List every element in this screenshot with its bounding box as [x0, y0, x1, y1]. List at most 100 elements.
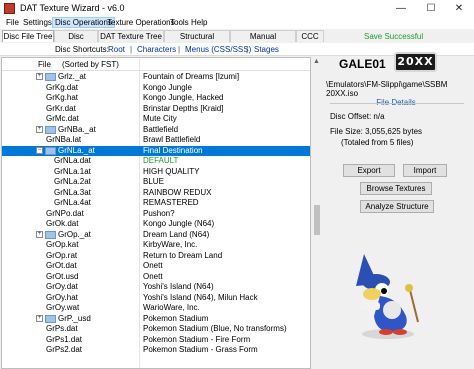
tree-file-row[interactable]: GrOp.rat Return to Dream Land: [2, 251, 310, 261]
tree-row-filename: GrNLa.3at: [54, 187, 91, 197]
tree-file-row[interactable]: GrOk.dat Kongo Jungle (N64): [2, 219, 310, 229]
tree-file-row[interactable]: GrOt.dat Onett: [2, 261, 310, 271]
expand-icon[interactable]: +: [36, 125, 43, 133]
tree-row-filename: Grlz._at: [58, 72, 87, 81]
tree-file-row[interactable]: GrMc.dat Mute City: [2, 114, 310, 124]
tree-file-row[interactable]: GrNLa.1at HIGH QUALITY: [2, 167, 310, 177]
scroll-thumb[interactable]: [314, 205, 320, 235]
tree-row-description: WarioWare, Inc.: [143, 303, 200, 312]
menu-help[interactable]: Help: [189, 18, 209, 27]
browse-textures-button[interactable]: Browse Textures: [360, 182, 432, 195]
tree-row-description: Yoshi's Island (N64), Milun Hack: [143, 292, 258, 302]
tree-folder-row[interactable]: + GrOp._at Dream Land (N64): [2, 230, 310, 240]
tree-row-description: Mute City: [143, 114, 177, 123]
tree-row-filename: GrNBa._at: [58, 124, 96, 134]
tree-header: File (Sorted by FST): [2, 58, 310, 71]
tree-row-description: Brawl Battlefield: [143, 135, 201, 144]
tree-row-filename: GrOy.hat: [46, 292, 78, 302]
tree-file-row[interactable]: GrNLa.2at BLUE: [2, 177, 310, 187]
tree-row-description: Pokemon Stadium - Fire Form: [143, 334, 251, 344]
mascot-image: [356, 254, 419, 339]
tree-scrollbar[interactable]: ▲: [312, 57, 322, 369]
tree-file-row[interactable]: GrKg.dat Kongo Jungle: [2, 83, 310, 93]
shortcut-stages[interactable]: Stages: [254, 45, 279, 54]
tab-disc-details[interactable]: Disc Details: [54, 30, 98, 53]
maximize-button[interactable]: ☐: [416, 0, 446, 17]
folder-icon: [45, 230, 56, 239]
menu-settings[interactable]: Settings: [21, 18, 54, 27]
menu-file[interactable]: File: [4, 18, 21, 27]
import-button[interactable]: Import: [403, 164, 447, 177]
tab-manual-placement[interactable]: Manual Placement: [230, 30, 296, 53]
tree-file-row[interactable]: GrNBa.lat Brawl Battlefield: [2, 135, 310, 145]
column-file[interactable]: File: [38, 60, 51, 69]
tree-row-description: HIGH QUALITY: [143, 166, 200, 176]
collapse-icon[interactable]: −: [36, 146, 43, 154]
expand-icon[interactable]: +: [36, 73, 43, 80]
tree-row-filename: GrOy.wat: [46, 303, 80, 312]
tree-row-filename: GrNLa.dat: [54, 156, 91, 165]
tree-file-row[interactable]: GrKg.hat Kongo Jungle, Hacked: [2, 93, 310, 103]
tree-file-row[interactable]: GrNLa.3at RAINBOW REDUX: [2, 188, 310, 198]
tab-disc-file-tree[interactable]: Disc File Tree: [2, 30, 54, 42]
tab-ccc[interactable]: CCC: [296, 30, 324, 42]
menu-texture-operations[interactable]: Texture Operations: [105, 18, 177, 27]
tree-file-row[interactable]: GrNLa.4at REMASTERED: [2, 198, 310, 208]
tree-row-description: KirbyWare, Inc.: [143, 240, 198, 249]
shortcut-root[interactable]: Root: [108, 45, 125, 54]
column-sorted-by[interactable]: (Sorted by FST): [62, 60, 119, 69]
tree-file-row[interactable]: GrKr.dat Brinstar Depths [Kraid]: [2, 104, 310, 114]
tree-row-description: DEFAULT: [143, 156, 179, 165]
tree-row-description: Pokemon Stadium - Grass Form: [143, 345, 258, 354]
minimize-button[interactable]: —: [386, 0, 416, 17]
tab-structural-analysis[interactable]: Structural Analysis: [164, 30, 230, 53]
window-title: DAT Texture Wizard - v6.0: [20, 3, 125, 13]
folder-icon: [45, 73, 56, 81]
tree-row-filename: GrKg.dat: [46, 82, 79, 92]
scroll-up-icon[interactable]: ▲: [313, 58, 320, 65]
tree-file-row[interactable]: GrPs1.dat Pokemon Stadium - Fire Form: [2, 335, 310, 345]
expand-icon[interactable]: +: [36, 314, 43, 322]
tree-file-row[interactable]: GrPs.dat Pokemon Stadium (Blue, No transf…: [2, 324, 310, 334]
tree-file-row[interactable]: GrNPo.dat Pushon?: [2, 209, 310, 219]
menu-tools[interactable]: Tools: [168, 18, 191, 27]
tree-row-description: Pokemon Stadium: [143, 313, 209, 323]
tree-file-row[interactable]: GrOy.dat Yoshi's Island (N64): [2, 282, 310, 292]
tree-folder-row[interactable]: + GrP._usd Pokemon Stadium: [2, 314, 310, 324]
tree-row-filename: GrPs2.dat: [46, 345, 83, 354]
disc-file-tree[interactable]: File (Sorted by FST) + Grlz._at Fountain o…: [1, 57, 311, 369]
shortcut-separator: |: [178, 45, 181, 54]
tree-folder-row[interactable]: + GrNBa._at Battlefield: [2, 125, 310, 135]
shortcuts-label: Disc Shortcuts:: [55, 45, 109, 54]
tree-row-filename: GrOt.usd: [46, 271, 79, 281]
disc-offset: Disc Offset: n/a: [330, 112, 385, 121]
close-button[interactable]: ✕: [444, 0, 474, 17]
tree-row-description: BLUE: [143, 177, 164, 186]
tree-folder-row[interactable]: + Grlz._at Fountain of Dreams [Izumi]: [2, 72, 310, 82]
tree-row-description: Pokemon Stadium (Blue, No transforms): [143, 324, 287, 333]
file-size: File Size: 3,055,625 bytes: [330, 127, 423, 136]
tree-file-row[interactable]: GrOy.hat Yoshi's Island (N64), Milun Hack: [2, 293, 310, 303]
tree-row-filename: GrKg.hat: [46, 93, 79, 102]
tree-row-description: Battlefield: [143, 124, 179, 134]
shortcut-menus[interactable]: Menus (CSS/SSS): [185, 45, 251, 54]
tree-file-row[interactable]: GrOt.usd Onett: [2, 272, 310, 282]
tree-row-description: Fountain of Dreams [Izumi]: [143, 72, 240, 81]
tree-file-row[interactable]: GrPs2.dat Pokemon Stadium - Grass Form: [2, 345, 310, 355]
expand-icon[interactable]: +: [36, 230, 43, 238]
folder-icon: [45, 125, 56, 134]
tree-file-row[interactable]: GrOy.wat WarioWare, Inc.: [2, 303, 310, 313]
tree-row-filename: GrPs1.dat: [46, 334, 83, 344]
shortcut-characters[interactable]: Characters: [137, 45, 176, 54]
tree-row-description: Dream Land (N64): [143, 229, 210, 239]
analyze-structure-button[interactable]: Analyze Structure: [360, 200, 434, 213]
tree-row-filename: GrOy.dat: [46, 282, 78, 291]
export-button[interactable]: Export: [343, 164, 395, 177]
tree-folder-row[interactable]: − GrNLa._at Final Destination: [2, 145, 310, 156]
tree-file-row[interactable]: GrNLa.dat DEFAULT: [2, 156, 310, 166]
tree-row-description: Brinstar Depths [Kraid]: [143, 103, 224, 113]
tree-row-filename: GrOp._at: [58, 229, 91, 239]
tab-dat-texture-tree[interactable]: DAT Texture Tree: [98, 30, 164, 42]
tree-file-row[interactable]: GrOp.kat KirbyWare, Inc.: [2, 240, 310, 250]
tree-row-description: RAINBOW REDUX: [143, 187, 212, 197]
